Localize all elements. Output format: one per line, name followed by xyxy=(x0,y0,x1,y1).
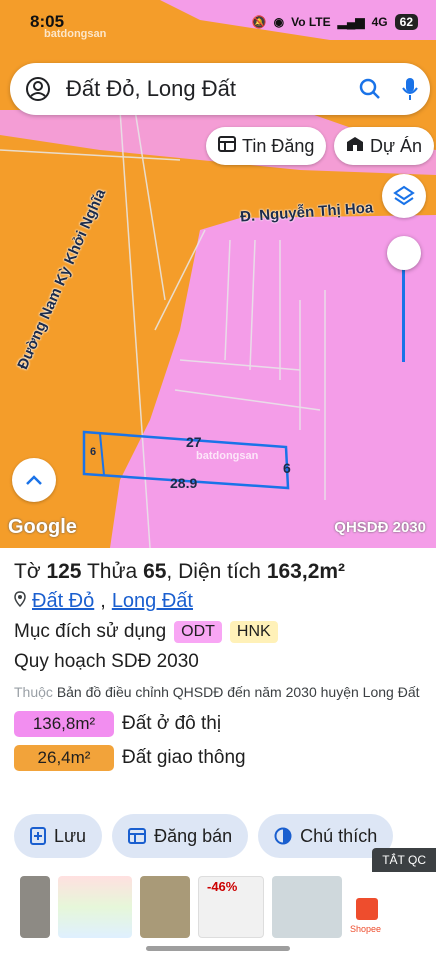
ad-strip[interactable]: -46% Shopee xyxy=(0,872,436,942)
pin-icon xyxy=(14,590,26,613)
plan-note: Thuộc Bản đồ điều chỉnh QHSDĐ đến năm 20… xyxy=(14,684,420,700)
search-bar[interactable]: Đất Đỏ, Long Đất xyxy=(10,63,430,115)
microphone-icon[interactable] xyxy=(390,76,430,102)
tin-dang-chip[interactable]: Tin Đăng xyxy=(206,127,327,165)
area-transport-label: Đất giao thông xyxy=(122,747,246,768)
ad-image-4[interactable]: -46% xyxy=(198,876,264,938)
sheet-number: 125 xyxy=(46,560,82,583)
status-bar: 8:05 🔕 ◉ Vo LTE ▂▄▆ 4G 62 xyxy=(0,0,436,44)
ad-image-5[interactable] xyxy=(272,876,342,938)
post-sale-button[interactable]: Đăng bán xyxy=(112,814,249,858)
save-button[interactable]: Lưu xyxy=(14,814,103,858)
close-ads-button[interactable]: TẮT QC xyxy=(372,848,436,872)
tin-dang-label: Tin Đăng xyxy=(242,135,315,156)
battery-level: 62 xyxy=(394,14,418,30)
collapse-button[interactable] xyxy=(12,458,56,502)
location-status-icon: ◉ xyxy=(273,15,285,29)
town-link[interactable]: Long Đất xyxy=(112,590,193,613)
google-logo: Google xyxy=(8,516,77,538)
dimension-bottom: 28.9 xyxy=(170,475,198,491)
shopee-bag-icon xyxy=(356,898,378,920)
network-type: 4G xyxy=(371,15,388,29)
dimension-top: 27 xyxy=(186,434,202,450)
clock: 8:05 xyxy=(30,12,65,31)
signal-icon: ▂▄▆ xyxy=(337,15,365,29)
purpose-label: Mục đích sử dụng xyxy=(14,621,167,642)
search-icon[interactable] xyxy=(350,77,390,101)
area-urban-value: 136,8m² xyxy=(14,711,114,737)
chevron-up-icon xyxy=(26,475,42,485)
ad-image-1[interactable] xyxy=(20,876,50,938)
mute-icon: 🔕 xyxy=(251,15,267,29)
account-icon[interactable] xyxy=(10,76,66,102)
du-an-chip[interactable]: Dự Án xyxy=(334,127,435,165)
dimension-left: 6 xyxy=(90,446,97,458)
layers-button[interactable] xyxy=(382,174,426,218)
save-icon xyxy=(30,827,46,845)
area-urban-row: 136,8m² Đất ở đô thị xyxy=(14,711,420,737)
area-transport-row: 26,4m² Đất giao thông xyxy=(14,745,420,771)
du-an-label: Dự Án xyxy=(370,135,423,156)
map-source-label: QHSDĐ 2030 xyxy=(334,519,426,536)
tag-hnk: HNK xyxy=(229,621,278,643)
opacity-slider-knob[interactable] xyxy=(387,236,421,270)
location-line: Đất Đỏ, Long Đất xyxy=(14,590,420,613)
building-icon xyxy=(346,136,364,157)
ad-shopee[interactable]: Shopee xyxy=(350,876,384,938)
search-query[interactable]: Đất Đỏ, Long Đất xyxy=(66,76,350,102)
ad-discount: -46% xyxy=(207,879,238,894)
status-icons: 🔕 ◉ Vo LTE ▂▄▆ 4G 62 xyxy=(252,14,418,30)
area-urban-label: Đất ở đô thị xyxy=(122,713,222,734)
tag-odt: ODT xyxy=(174,621,222,643)
plan-title: Quy hoạch SDĐ 2030 xyxy=(14,651,199,672)
ad-image-2[interactable] xyxy=(58,876,132,938)
shopee-label: Shopee xyxy=(350,924,382,934)
home-indicator[interactable] xyxy=(146,946,290,951)
ad-image-3[interactable] xyxy=(140,876,190,938)
land-use-row: Mục đích sử dụng ODT HNK xyxy=(14,621,420,643)
dimension-right: 6 xyxy=(283,460,291,476)
layers-icon xyxy=(393,185,415,206)
listing-icon xyxy=(218,135,236,157)
volte-label: Vo LTE xyxy=(291,15,331,29)
action-bar: Lưu Đăng bán Chú thích xyxy=(14,814,394,858)
plot-number: 65 xyxy=(143,560,167,583)
map-view[interactable]: 8:05 🔕 ◉ Vo LTE ▂▄▆ 4G 62 Đất Đỏ, Long Đ… xyxy=(0,0,436,548)
post-icon xyxy=(128,828,147,844)
parcel-info-panel: Tờ 125 Thửa 65, Diện tích 163,2m² Đất Đỏ… xyxy=(0,548,436,876)
district-link[interactable]: Đất Đỏ xyxy=(32,590,94,613)
legend-icon xyxy=(274,827,292,845)
parcel-title: Tờ 125 Thửa 65, Diện tích 163,2m² xyxy=(14,560,346,583)
parcel-area: 163,2m² xyxy=(266,560,346,583)
area-transport-value: 26,4m² xyxy=(14,745,114,771)
watermark: batdongsan xyxy=(196,450,259,462)
